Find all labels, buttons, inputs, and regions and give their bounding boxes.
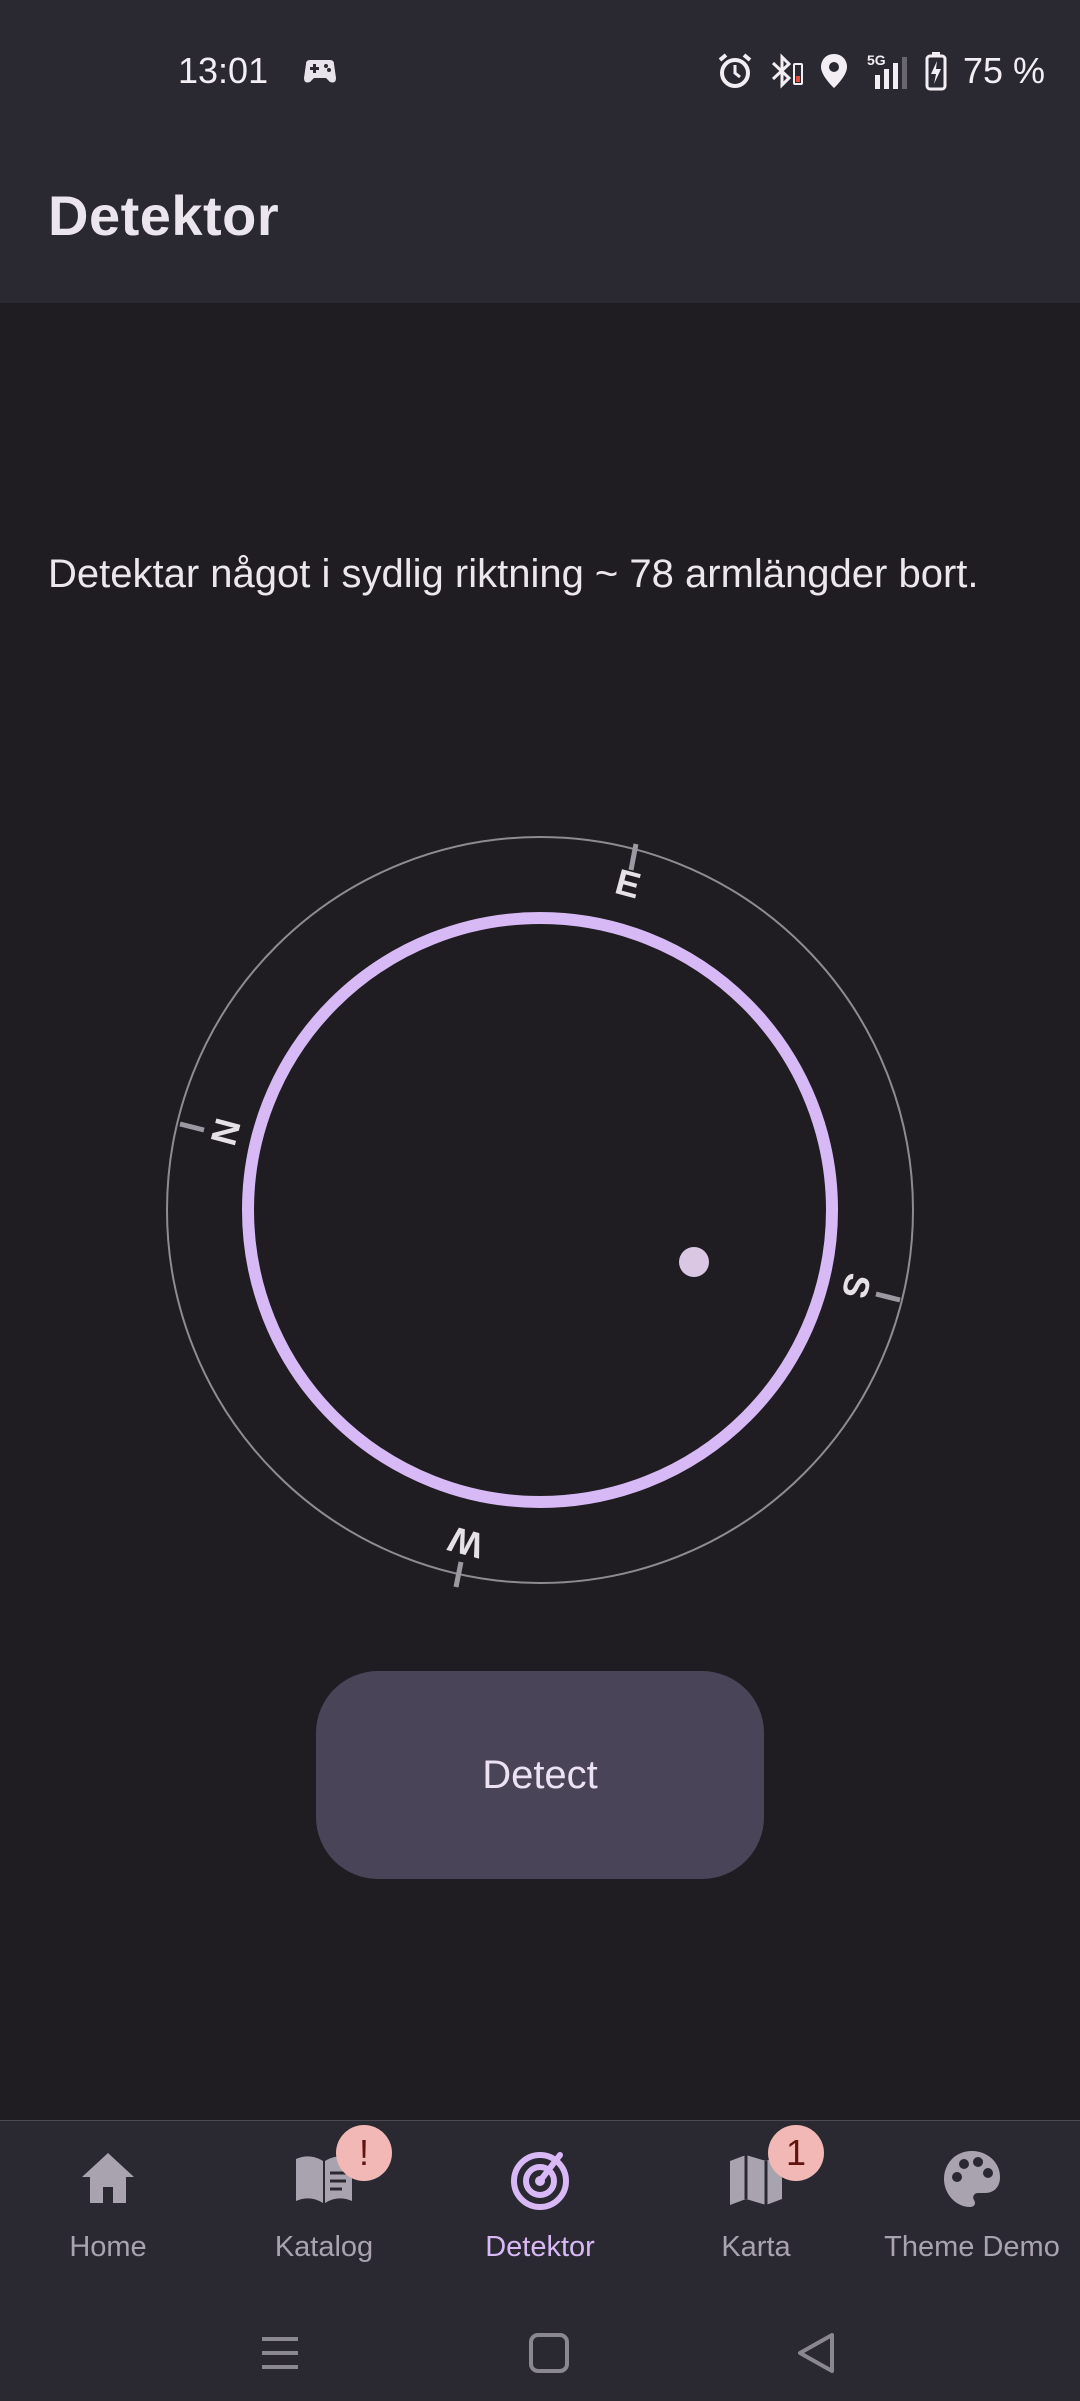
- alarm-icon: [717, 52, 753, 90]
- bluetooth-icon: [767, 52, 805, 90]
- book-icon: !: [292, 2125, 392, 2211]
- nav-label-katalog: Katalog: [274, 2231, 374, 2263]
- 5g-signal-icon: 5G: [863, 51, 911, 91]
- katalog-badge: !: [336, 2125, 392, 2181]
- nav-item-detektor[interactable]: Detektor: [432, 2121, 648, 2311]
- menu-icon[interactable]: [250, 2323, 310, 2383]
- compass-detection-ring: [242, 912, 838, 1508]
- bottom-navigation: Home ! Katalog Detektor 1 Karta Theme De…: [0, 2120, 1080, 2401]
- nav-label-theme-demo: Theme Demo: [884, 2231, 1060, 2263]
- west-tick: [453, 1561, 464, 1588]
- home-icon: [76, 2147, 140, 2211]
- location-icon: [819, 52, 849, 90]
- nav-item-theme-demo[interactable]: Theme Demo: [864, 2121, 1080, 2311]
- game-controller-icon: [300, 52, 340, 92]
- karta-badge: 1: [768, 2125, 824, 2181]
- status-time: 13:01: [178, 50, 269, 91]
- nav-label-detektor: Detektor: [485, 2231, 595, 2263]
- map-icon: 1: [724, 2125, 824, 2211]
- palette-icon: [940, 2147, 1004, 2211]
- north-tick: [179, 1121, 205, 1133]
- detection-message: Detektar något i sydlig riktning ~ 78 ar…: [48, 552, 979, 596]
- compass-outer-ring: [166, 836, 914, 1584]
- compass-label-south: S: [834, 1269, 880, 1303]
- compass-label-east: E: [611, 861, 645, 907]
- back-triangle-icon[interactable]: [786, 2323, 846, 2383]
- radar-icon: [508, 2147, 572, 2211]
- detect-button[interactable]: Detect: [316, 1671, 764, 1879]
- page-title: Detektor: [48, 184, 280, 247]
- nav-label-karta: Karta: [721, 2231, 791, 2263]
- battery-charging-icon: [925, 51, 947, 91]
- nav-label-home: Home: [69, 2231, 147, 2263]
- status-bar: 13:01 5G 75 %: [0, 0, 1080, 145]
- nav-item-katalog[interactable]: ! Katalog: [216, 2121, 432, 2311]
- svg-text:5G: 5G: [867, 52, 886, 68]
- nav-item-home[interactable]: Home: [0, 2121, 216, 2311]
- battery-percent: 75 %: [962, 50, 1045, 91]
- system-navigation-bar: [0, 2311, 1080, 2401]
- detected-object-dot: [679, 1247, 709, 1277]
- south-tick: [875, 1291, 901, 1303]
- top-app-bar: Detektor: [0, 145, 1080, 303]
- nav-item-karta[interactable]: 1 Karta: [648, 2121, 864, 2311]
- status-icons: 5G 75 %: [717, 46, 1045, 96]
- compass: E N S W: [166, 836, 914, 1588]
- home-square-icon[interactable]: [519, 2323, 579, 2383]
- compass-label-north: N: [202, 1114, 248, 1150]
- compass-label-west: W: [444, 1518, 487, 1566]
